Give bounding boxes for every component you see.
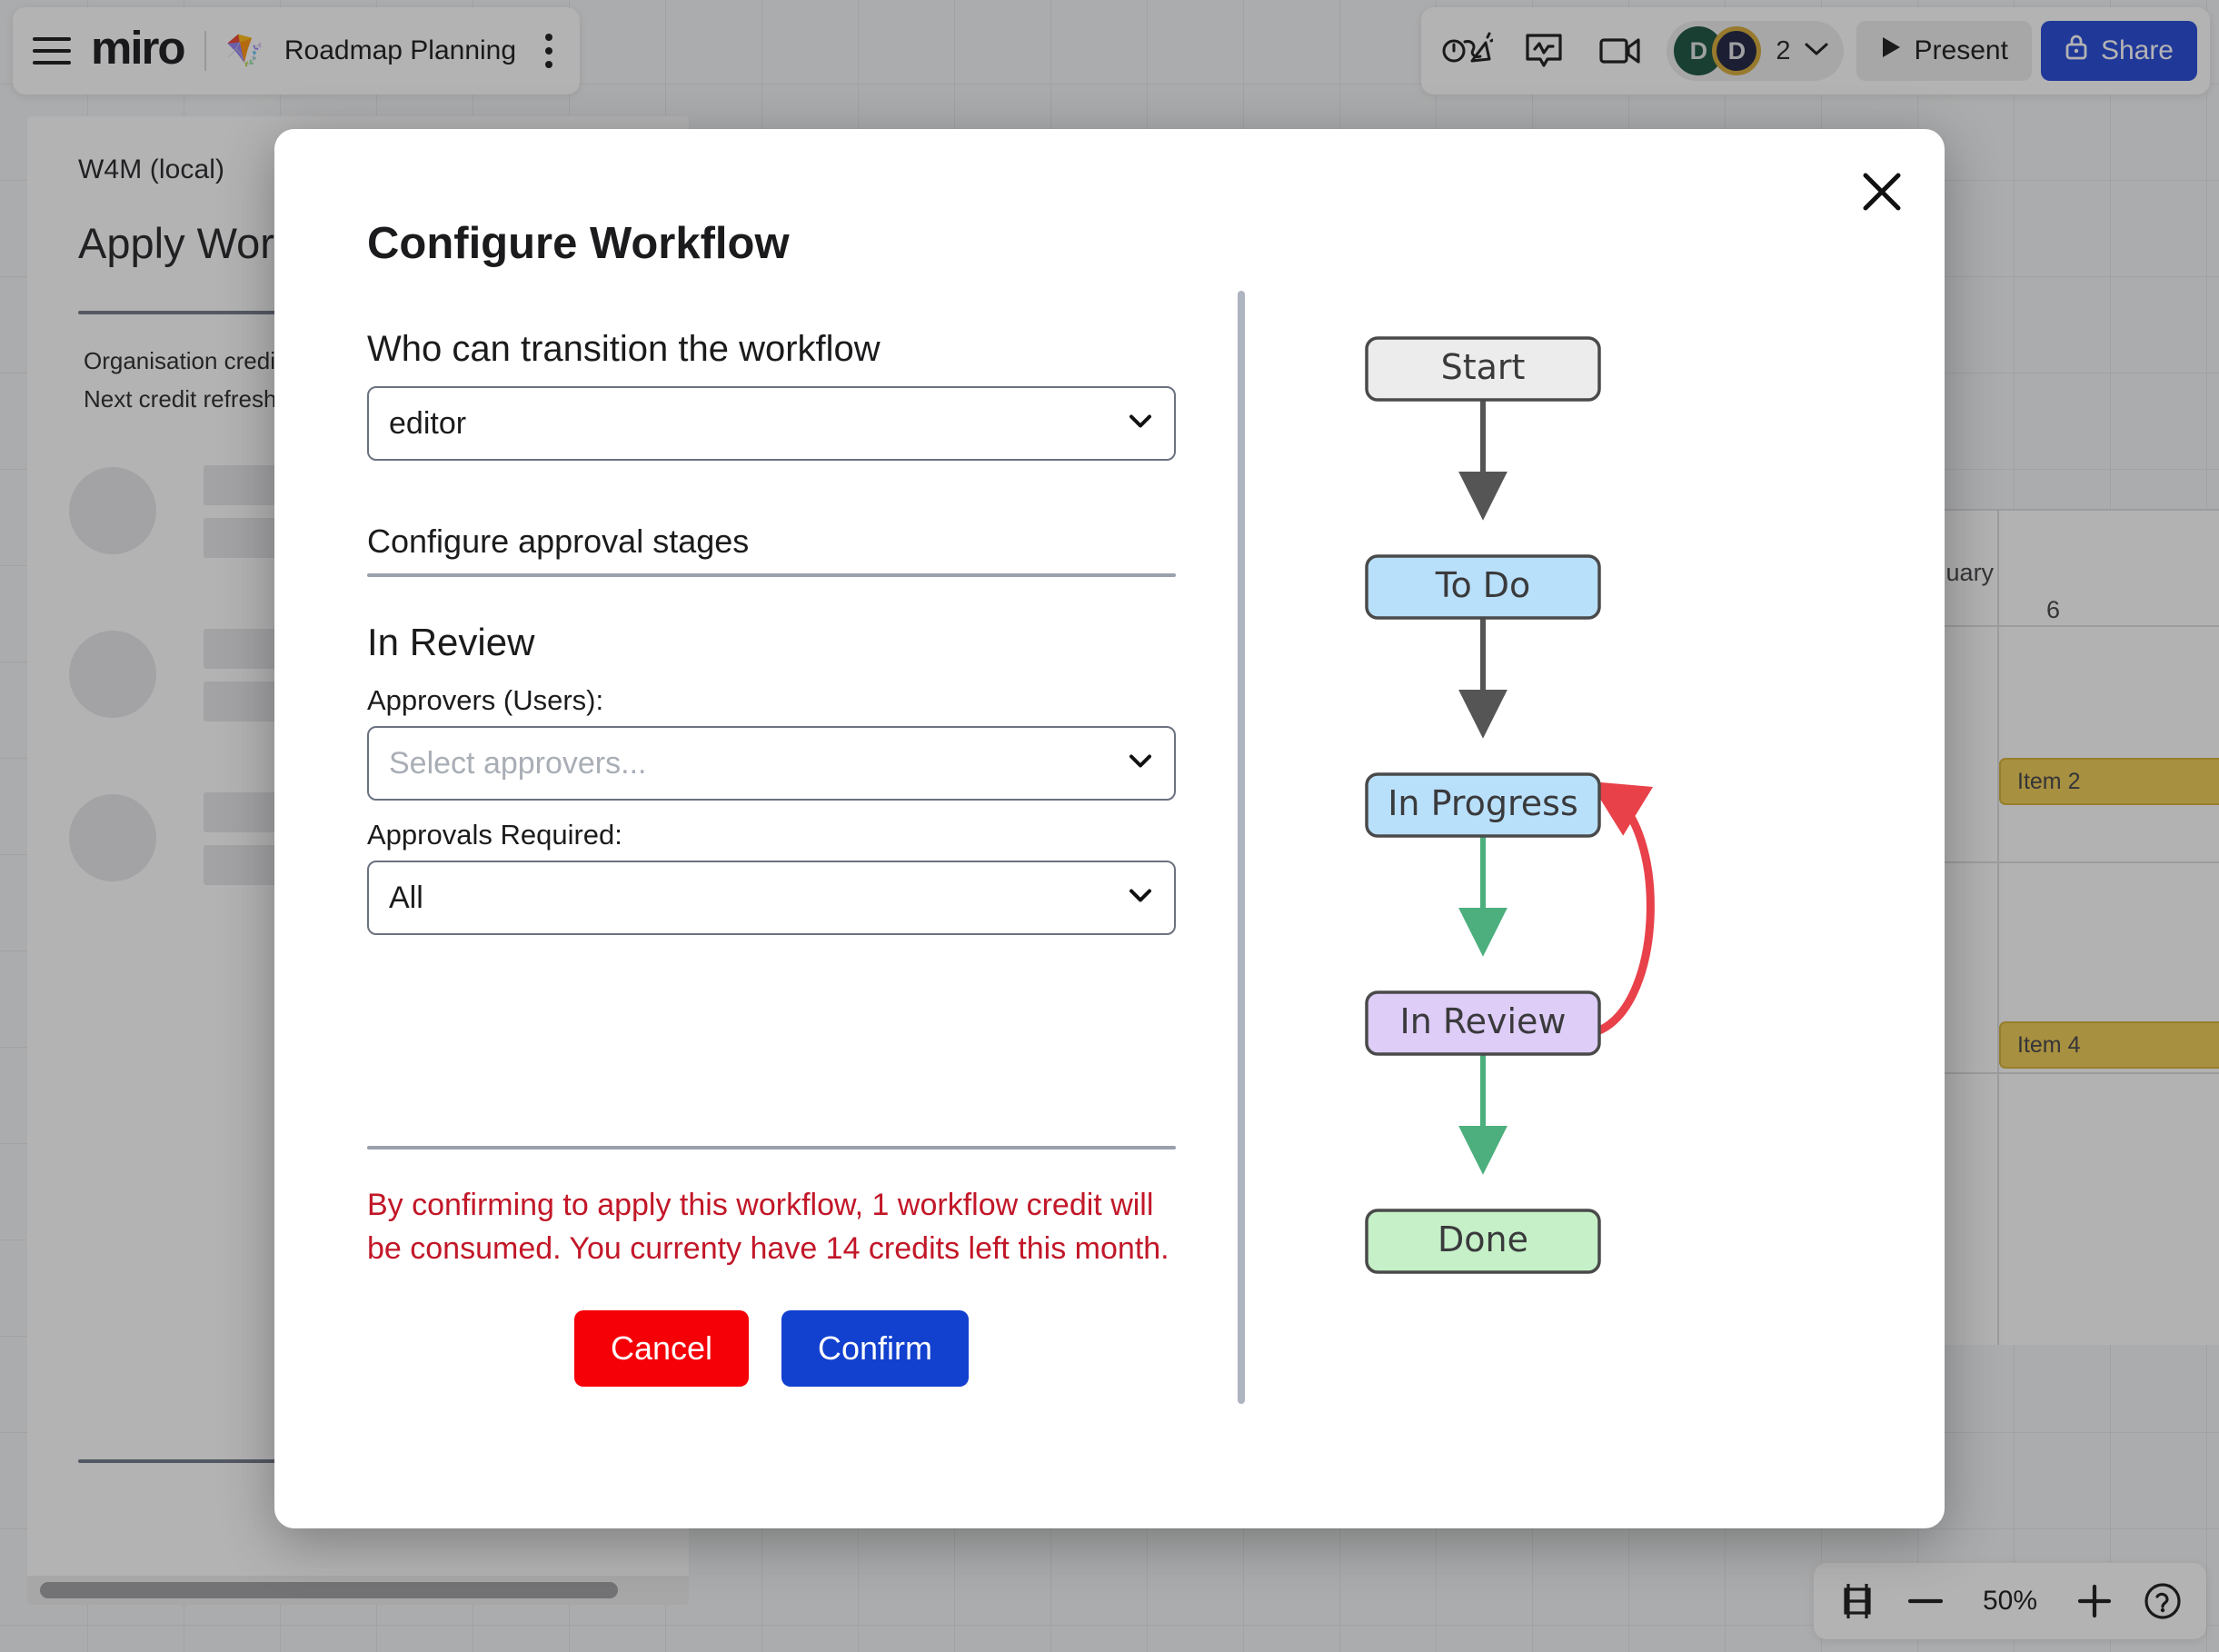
approvers-placeholder: Select approvers...	[389, 745, 647, 781]
approvals-required-select[interactable]: All	[367, 861, 1176, 935]
flow-node-todo[interactable]: To Do	[1365, 554, 1601, 620]
dialog-title: Configure Workflow	[367, 219, 790, 268]
workflow-diagram: Start To Do In Progress In Review Done	[1310, 284, 1910, 1410]
chevron-down-icon	[1129, 754, 1152, 773]
approvals-required-label: Approvals Required:	[367, 819, 622, 851]
approval-stages-heading: Configure approval stages	[367, 522, 750, 560]
flow-node-label: To Do	[1435, 565, 1531, 605]
footer-divider	[367, 1146, 1176, 1149]
flow-node-inprogress[interactable]: In Progress	[1365, 772, 1601, 838]
flow-node-done[interactable]: Done	[1365, 1209, 1601, 1274]
confirm-button[interactable]: Confirm	[781, 1310, 970, 1387]
approvers-select[interactable]: Select approvers...	[367, 726, 1176, 801]
flow-node-inreview[interactable]: In Review	[1365, 990, 1601, 1056]
configure-workflow-dialog: Configure Workflow Who can transition th…	[274, 129, 1945, 1528]
cancel-button[interactable]: Cancel	[573, 1310, 750, 1387]
dialog-vertical-divider	[1238, 291, 1245, 1404]
credit-warning-text: By confirming to apply this workflow, 1 …	[367, 1188, 1169, 1267]
transition-permission-value: editor	[389, 405, 467, 441]
flow-node-label: In Review	[1400, 1001, 1567, 1041]
chevron-down-icon	[1129, 414, 1152, 433]
approvers-label: Approvers (Users):	[367, 684, 604, 716]
workflow-flowchart-svg: Start To Do In Progress In Review Done	[1365, 336, 1655, 1274]
transition-permission-select[interactable]: editor	[367, 386, 1176, 461]
workflow-form: Who can transition the workflow editor C…	[367, 329, 1176, 935]
flow-node-start[interactable]: Start	[1365, 336, 1601, 402]
approvals-required-value: All	[389, 880, 423, 915]
edge-inreview-to-inprogress-reject	[1589, 781, 1655, 1035]
flow-node-label: Done	[1438, 1219, 1528, 1259]
dialog-actions: Cancel Confirm	[367, 1310, 1176, 1387]
miro-board-app: W4M (local) Apply Workflow Organisation …	[0, 0, 2219, 1652]
transition-permission-label: Who can transition the workflow	[367, 329, 881, 369]
flow-node-label: Start	[1441, 347, 1526, 387]
flow-node-label: In Progress	[1388, 783, 1578, 823]
section-divider	[367, 573, 1176, 577]
chevron-down-icon	[1129, 889, 1152, 908]
close-icon[interactable]	[1854, 164, 1910, 220]
stage-name-label: In Review	[367, 621, 535, 663]
